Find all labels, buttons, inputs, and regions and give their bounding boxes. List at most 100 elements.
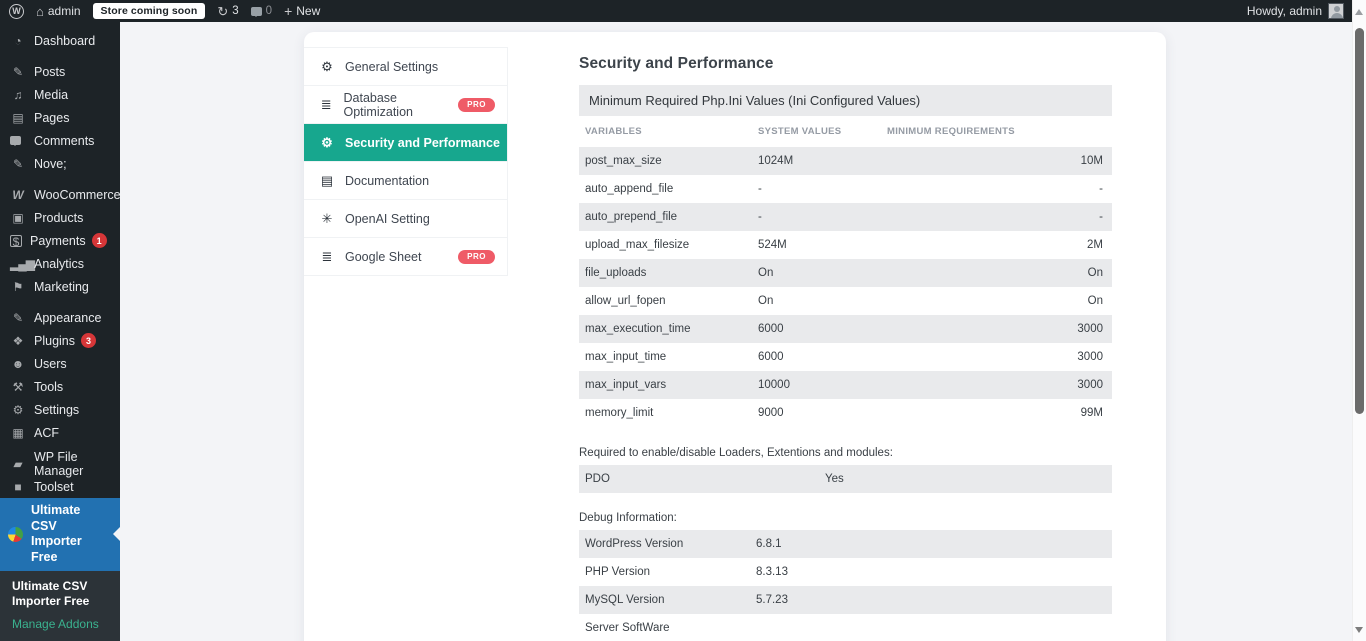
table-row: auto_prepend_file - -: [579, 203, 1112, 231]
site-menu[interactable]: ⌂ admin: [36, 4, 81, 19]
settings-nav-item[interactable]: ✳ OpenAI Setting: [304, 200, 507, 238]
loaders-table: PDO Yes: [579, 465, 1112, 493]
settings-nav-item[interactable]: ≣ Google Sheet PRO: [304, 238, 507, 276]
settings-nav-item[interactable]: ⚙ Security and Performance: [304, 124, 507, 162]
users-icon: ☻: [10, 358, 26, 370]
table-row: upload_max_filesize 524M 2M: [579, 231, 1112, 259]
table-row: auto_append_file - -: [579, 175, 1112, 203]
minimum-requirement: On: [887, 295, 1103, 307]
debug-key: MySQL Version: [585, 594, 756, 606]
sidebar-item[interactable]: ☻ Users: [0, 352, 120, 375]
settings-nav: ⚙ General Settings ≣ Database Optimizati…: [304, 47, 508, 276]
variable-name: auto_append_file: [585, 183, 758, 195]
sidebar-item[interactable]: ⚙ Settings: [0, 398, 120, 421]
file-manager-icon: ▰: [10, 458, 26, 470]
table-row: max_input_time 6000 3000: [579, 343, 1112, 371]
phpini-table: post_max_size 1024M 10M auto_append_file…: [579, 147, 1112, 427]
sidebar-item[interactable]: ✎ Nove;: [0, 152, 120, 175]
sidebar-item[interactable]: ▣ Products: [0, 206, 120, 229]
howdy-text[interactable]: Howdy, admin: [1247, 4, 1322, 18]
debug-label: Debug Information:: [579, 512, 1112, 524]
submenu-item-manage-addons[interactable]: Manage Addons: [12, 617, 112, 631]
minimum-requirement: 10M: [887, 155, 1103, 167]
phpini-column-headers: VARIABLES SYSTEM VALUES MINIMUM REQUIREM…: [579, 116, 1112, 147]
database-icon: ≣: [319, 98, 334, 111]
plus-icon: +: [284, 4, 292, 18]
sidebar-item-label: Plugins: [34, 334, 75, 348]
sidebar-item[interactable]: ❖ Plugins 3: [0, 329, 120, 352]
coming-soon-badge[interactable]: Store coming soon: [93, 3, 206, 19]
system-value: On: [758, 267, 887, 279]
table-row: memory_limit 9000 99M: [579, 399, 1112, 427]
plugin-settings-card: ⚙ General Settings ≣ Database Optimizati…: [304, 32, 1166, 641]
woocommerce-icon: W: [10, 189, 26, 201]
comments-menu[interactable]: 0: [251, 5, 272, 17]
table-row: allow_url_fopen On On: [579, 287, 1112, 315]
sidebar-item[interactable]: ▤ Pages: [0, 106, 120, 129]
sidebar-item[interactable]: ✎ Appearance: [0, 306, 120, 329]
comments-count: 0: [266, 5, 272, 17]
system-value: -: [758, 183, 887, 195]
wordpress-logo-icon[interactable]: W: [9, 4, 24, 19]
admin-sidebar: ◔ Dashboard ✎ Posts ♫ Media ▤ Pages Comm…: [0, 22, 120, 641]
minimum-requirement: 99M: [887, 407, 1103, 419]
scrollbar-thumb[interactable]: [1355, 28, 1364, 414]
sidebar-item[interactable]: ▂▄▆ Analytics: [0, 252, 120, 275]
sidebar-item-label: Settings: [34, 403, 79, 417]
settings-nav-label: Documentation: [345, 174, 429, 188]
sidebar-item[interactable]: ▦ ACF: [0, 421, 120, 444]
sidebar-item-label: Analytics: [34, 257, 84, 271]
updates-menu[interactable]: ↻ 3: [217, 5, 238, 18]
sidebar-item-label: Ultimate CSV Importer Free: [31, 503, 106, 566]
pro-badge: PRO: [458, 98, 495, 112]
sidebar-item-label: Posts: [34, 65, 65, 79]
system-value: 9000: [758, 407, 887, 419]
settings-nav-item[interactable]: ≣ Database Optimization PRO: [304, 86, 507, 124]
settings-nav-item[interactable]: ⚙ General Settings: [304, 48, 507, 86]
minimum-requirement: 3000: [887, 351, 1103, 363]
variable-name: memory_limit: [585, 407, 758, 419]
col-minimum-requirements: MINIMUM REQUIREMENTS: [887, 126, 1103, 137]
debug-key: Server SoftWare: [585, 622, 756, 634]
page-scrollbar[interactable]: [1352, 0, 1366, 641]
sidebar-item[interactable]: ♫ Media: [0, 83, 120, 106]
new-menu[interactable]: + New: [284, 4, 320, 18]
posts-icon: ✎: [10, 66, 26, 78]
user-avatar[interactable]: [1328, 3, 1344, 19]
sidebar-item[interactable]: ⚒ Tools: [0, 375, 120, 398]
analytics-icon: ▂▄▆: [10, 258, 26, 270]
minimum-requirement: -: [887, 183, 1103, 195]
minimum-requirement: 3000: [887, 323, 1103, 335]
system-value: 6000: [758, 323, 887, 335]
sidebar-item[interactable]: ■ Toolset: [0, 475, 120, 498]
document-icon: ▤: [319, 174, 335, 187]
debug-key: PHP Version: [585, 566, 756, 578]
sidebar-menu: ◔ Dashboard ✎ Posts ♫ Media ▤ Pages Comm…: [0, 29, 120, 571]
sidebar-item[interactable]: $ Payments 1: [0, 229, 120, 252]
sidebar-item[interactable]: ✎ Posts: [0, 60, 120, 83]
pro-badge: PRO: [458, 250, 495, 264]
sidebar-item-label: Nove;: [34, 157, 67, 171]
sidebar-item[interactable]: Comments: [0, 129, 120, 152]
sidebar-item-label: Users: [34, 357, 67, 371]
gear-outline-icon: ⚙: [319, 136, 335, 149]
table-row: max_input_vars 10000 3000: [579, 371, 1112, 399]
sidebar-item[interactable]: ▰ WP File Manager: [0, 452, 120, 475]
system-value: -: [758, 211, 887, 223]
sidebar-item[interactable]: W WooCommerce: [0, 183, 120, 206]
gear-icon: ⚙: [319, 60, 335, 73]
scroll-up-arrow-icon[interactable]: [1355, 5, 1363, 15]
sidebar-item[interactable]: ⚑ Marketing: [0, 275, 120, 298]
settings-nav-label: Google Sheet: [345, 250, 421, 264]
settings-nav-item[interactable]: ▤ Documentation: [304, 162, 507, 200]
sidebar-item[interactable]: ◔ Dashboard: [0, 29, 120, 52]
sidebar-item[interactable]: Ultimate CSV Importer Free: [0, 498, 120, 571]
submenu-item-importer[interactable]: Ultimate CSV Importer Free: [12, 579, 112, 609]
loaders-label: Required to enable/disable Loaders, Exte…: [579, 447, 1112, 459]
table-row: Server SoftWare: [579, 614, 1112, 641]
loader-name: PDO: [585, 473, 825, 485]
scroll-down-arrow-icon[interactable]: [1355, 627, 1363, 637]
sidebar-item-label: Toolset: [34, 480, 74, 494]
variable-name: max_input_time: [585, 351, 758, 363]
openai-icon: ✳: [319, 212, 335, 225]
